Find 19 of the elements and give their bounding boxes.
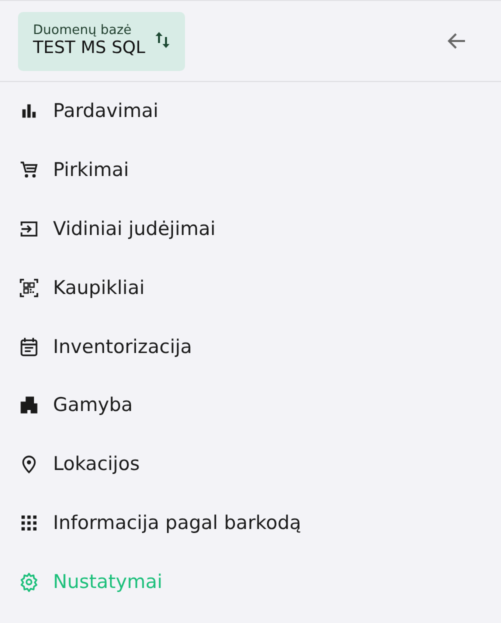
grid-icon [19, 512, 39, 533]
menu-item[interactable]: Pirkimai [0, 140, 501, 200]
database-selector[interactable]: Duomenų bazė TEST MS SQL [18, 12, 186, 70]
settings-icon [19, 572, 39, 592]
calendar-icon [19, 336, 39, 357]
menu-item[interactable]: Kaupikliai [0, 258, 501, 318]
menu-item[interactable]: Vidiniai judėjimai [0, 200, 501, 258]
enter-icon [19, 218, 39, 239]
menu-item[interactable]: Gamyba [0, 376, 501, 435]
menu-item[interactable]: Inventorizacija [0, 317, 501, 376]
database-label: Duomenų bazė [33, 22, 133, 38]
building-icon [19, 395, 39, 416]
database-name: TEST MS SQL [33, 38, 146, 58]
menu-item[interactable]: Pardavimai [0, 82, 501, 141]
menu-item[interactable]: Informacija pagal barkodą [0, 494, 501, 552]
menu-item[interactable]: Lokacijos [0, 434, 501, 494]
cart-icon [19, 160, 39, 180]
swap-arrows-icon [155, 31, 172, 49]
qr-code-icon [19, 278, 39, 298]
